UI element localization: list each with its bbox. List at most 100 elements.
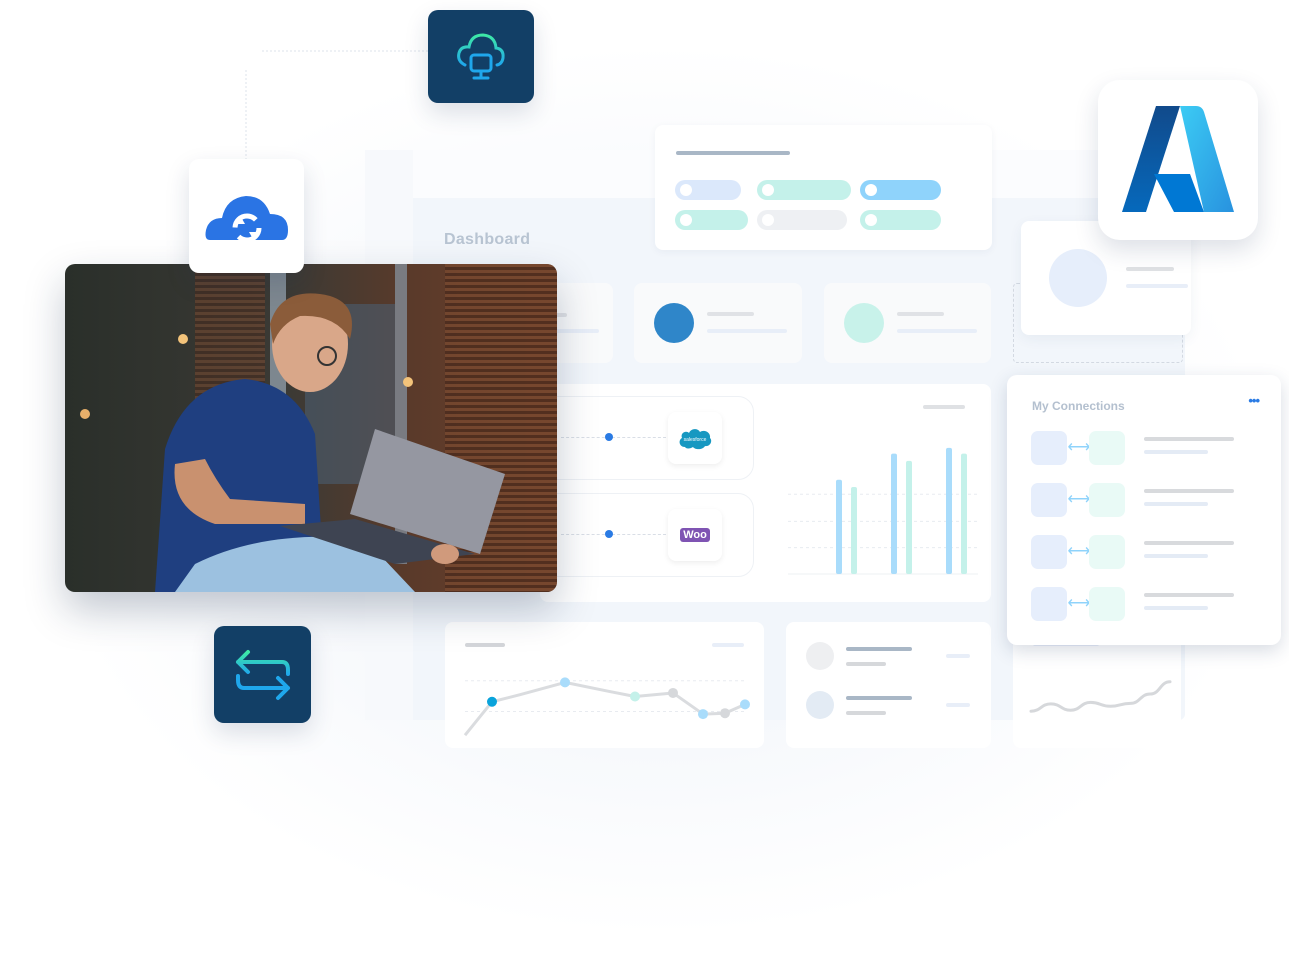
connector-line (561, 534, 666, 535)
bar-series-a (836, 479, 842, 574)
connection-row[interactable]: ⟷ (1031, 587, 1251, 621)
stat-label-placeholder (897, 312, 944, 316)
swap-tile[interactable] (214, 626, 311, 723)
connection-status-placeholder (1144, 450, 1208, 454)
toggle-pill[interactable] (860, 210, 941, 230)
azure-logo-icon (1122, 106, 1234, 212)
bar-series-b (851, 487, 857, 574)
status-dot (605, 530, 613, 538)
sparkline-card (1013, 630, 1181, 748)
list-sub-placeholder (846, 711, 886, 715)
card-heading-placeholder (676, 151, 790, 155)
connector-line (262, 50, 432, 52)
toggle-knob (680, 184, 692, 196)
integrations-card: salesforce Woo (540, 384, 991, 602)
connector-line (561, 437, 666, 438)
toggle-knob (762, 184, 774, 196)
bar-chart (788, 447, 978, 575)
integration-row-woocommerce[interactable]: Woo (540, 493, 754, 577)
line-point (487, 696, 497, 707)
filters-card (655, 125, 992, 250)
chart-title-placeholder (465, 643, 505, 647)
connection-name-placeholder (1144, 489, 1234, 493)
profile-name-placeholder (1126, 267, 1174, 271)
bidirectional-arrow-icon: ⟷ (1067, 595, 1091, 612)
stat-avatar (844, 303, 884, 343)
connection-status-placeholder (1144, 502, 1208, 506)
toggle-pill[interactable] (675, 180, 741, 200)
connection-name-placeholder (1144, 593, 1234, 597)
list-title-placeholder (846, 696, 912, 700)
line-point (720, 708, 730, 719)
my-connections-card: My Connections ••• ⟷ ⟷ ⟷ ⟷ (1007, 375, 1281, 645)
connection-status-placeholder (1144, 606, 1208, 610)
toggle-pill[interactable] (860, 180, 941, 200)
target-app-placeholder (1089, 587, 1125, 621)
salesforce-icon: salesforce (679, 429, 712, 450)
dashboard-title: Dashboard (444, 231, 531, 248)
bidirectional-arrow-icon: ⟷ (1067, 543, 1091, 560)
source-app-placeholder (1031, 535, 1067, 569)
line-point (630, 691, 640, 702)
connection-name-placeholder (1144, 437, 1234, 441)
toggle-knob (762, 214, 774, 226)
connection-row[interactable]: ⟷ (1031, 535, 1251, 569)
toggle-knob (680, 214, 692, 226)
person-with-laptop-image (65, 264, 557, 592)
chart-legend-placeholder (712, 643, 744, 647)
cloud-monitor-tile[interactable] (428, 10, 534, 103)
hero-photo (65, 264, 557, 592)
list-sub-placeholder (846, 662, 886, 666)
profile-sub-placeholder (1126, 284, 1188, 288)
line-chart-card (445, 622, 764, 748)
connection-row[interactable]: ⟷ (1031, 431, 1251, 465)
stat-value-placeholder (897, 329, 977, 333)
toggle-pill[interactable] (757, 180, 851, 200)
stat-label-placeholder (707, 312, 754, 316)
cloud-sync-icon (205, 196, 288, 243)
svg-text:salesforce: salesforce (684, 437, 707, 443)
bar-series-a (891, 453, 897, 574)
azure-tile[interactable] (1098, 80, 1258, 240)
bidirectional-arrow-icon: ⟷ (1067, 491, 1091, 508)
toggle-pill[interactable] (675, 210, 748, 230)
woocommerce-logo: Woo (668, 509, 722, 561)
ellipsis-icon[interactable]: ••• (1248, 393, 1260, 408)
stat-card (824, 283, 991, 363)
sparkline-series (1029, 680, 1172, 713)
line-point (560, 677, 570, 688)
toggle-knob (865, 184, 877, 196)
status-dot (605, 433, 613, 441)
integration-row-salesforce[interactable]: salesforce (540, 396, 754, 480)
target-app-placeholder (1089, 483, 1125, 517)
profile-avatar (1049, 249, 1107, 307)
woocommerce-icon: Woo (680, 528, 710, 542)
chart-legend-placeholder (923, 405, 965, 409)
list-avatar (806, 642, 834, 670)
connection-row[interactable]: ⟷ (1031, 483, 1251, 517)
bar-series-b (906, 460, 912, 574)
source-app-placeholder (1031, 587, 1067, 621)
bar-series-b (961, 453, 967, 574)
toggle-knob (865, 214, 877, 226)
bidirectional-arrow-icon: ⟷ (1067, 439, 1091, 456)
line-chart (463, 677, 750, 737)
cloud-sync-tile[interactable] (189, 159, 304, 273)
line-series (463, 680, 746, 737)
stat-avatar (654, 303, 694, 343)
list-avatar (806, 691, 834, 719)
line-point (698, 709, 708, 720)
bar-series-a (946, 447, 952, 574)
toggle-pill[interactable] (757, 210, 847, 230)
stat-value-placeholder (707, 329, 787, 333)
connection-name-placeholder (1144, 541, 1234, 545)
swap-arrows-icon (235, 649, 290, 700)
source-app-placeholder (1031, 483, 1067, 517)
my-connections-title: My Connections (1032, 399, 1125, 413)
salesforce-logo: salesforce (668, 412, 722, 464)
connection-status-placeholder (1144, 554, 1208, 558)
target-app-placeholder (1089, 535, 1125, 569)
cloud-monitor-icon (457, 32, 505, 79)
line-point (740, 699, 750, 710)
target-app-placeholder (1089, 431, 1125, 465)
